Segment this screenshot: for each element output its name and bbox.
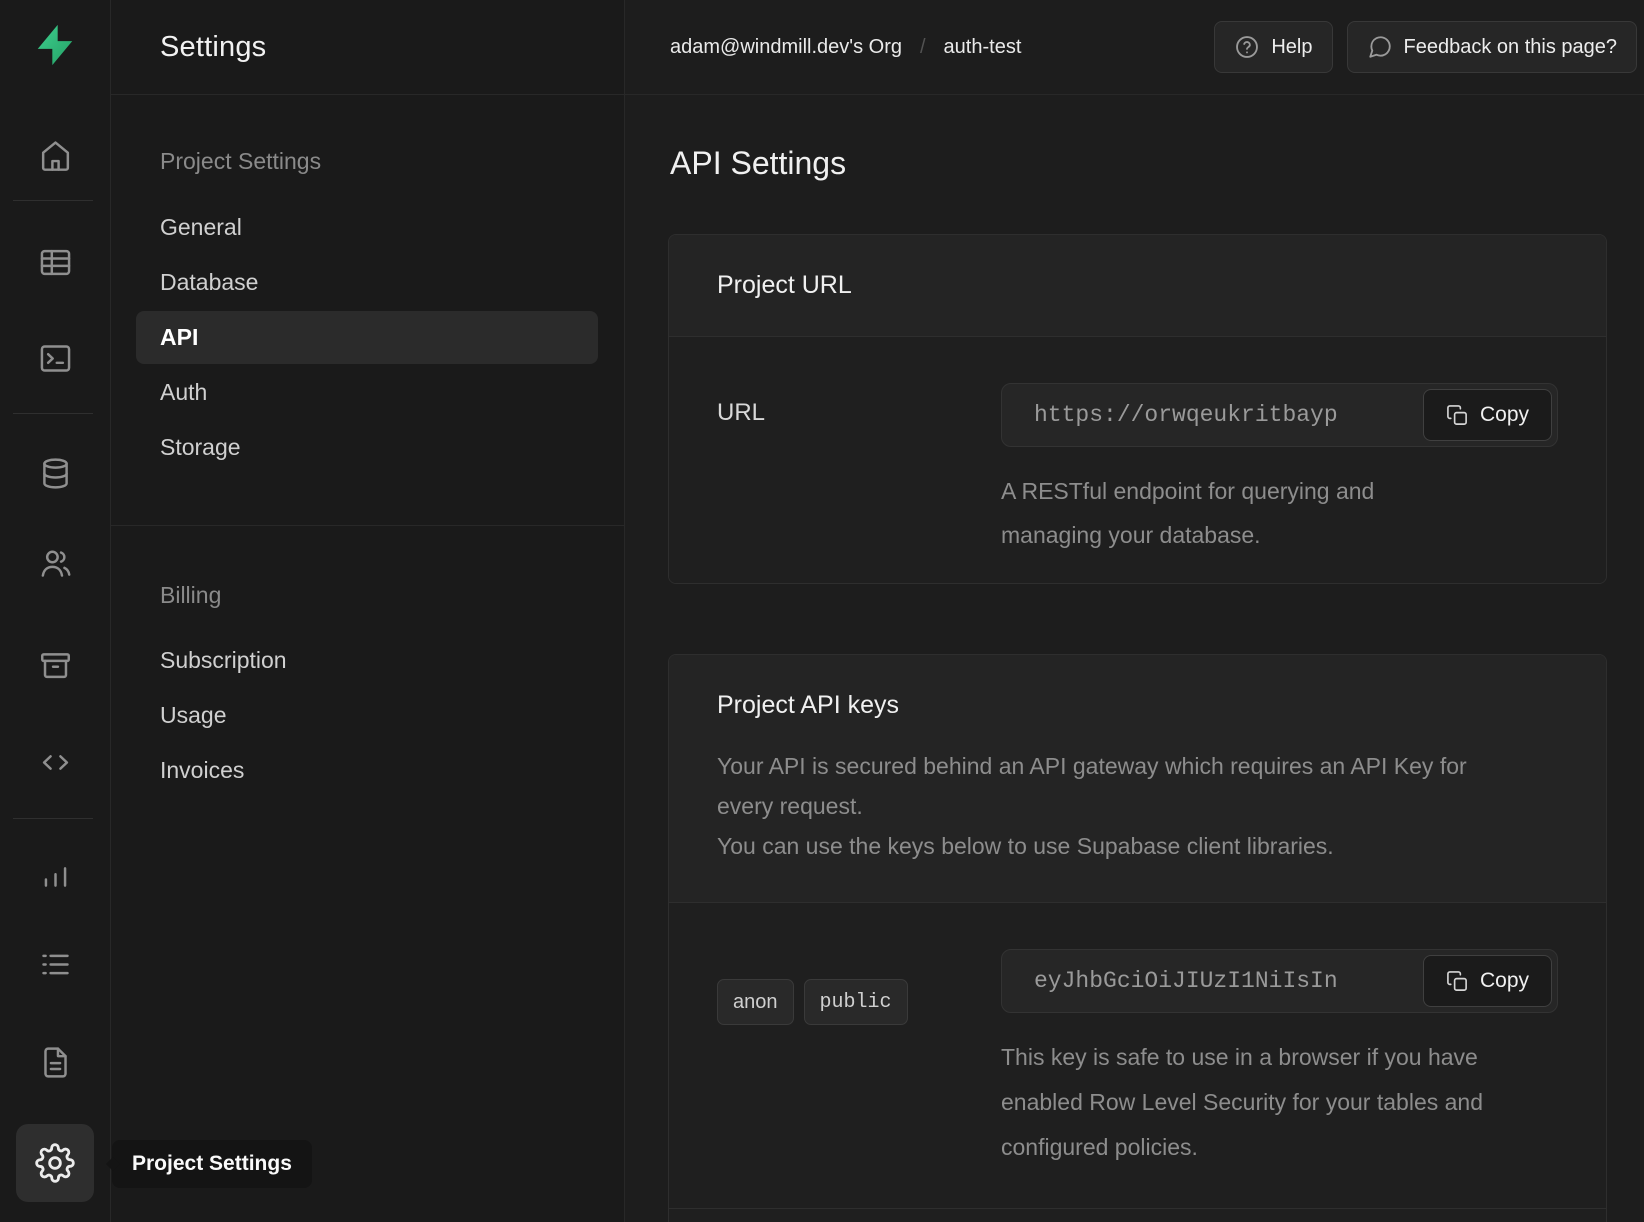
anon-key-description: This key is safe to use in a browser if … bbox=[1001, 1035, 1516, 1170]
settings-panel-title: Settings bbox=[160, 31, 266, 64]
settings-nav-header: Settings bbox=[110, 0, 624, 95]
project-api-keys-card: Project API keys Your API is secured beh… bbox=[668, 654, 1607, 1222]
nav-item-general[interactable]: General bbox=[136, 201, 598, 254]
home-icon[interactable] bbox=[27, 127, 83, 183]
url-value: https://orwqeukritbayp bbox=[1034, 402, 1338, 428]
anon-key-badges-col: anon public bbox=[717, 949, 1001, 1170]
project-settings-section-label: Project Settings bbox=[160, 148, 321, 175]
project-url-card-title: Project URL bbox=[717, 271, 1558, 300]
project-settings-items: General Database API Auth Storage bbox=[136, 201, 598, 476]
sql-editor-icon[interactable] bbox=[27, 330, 83, 386]
breadcrumb-separator: / bbox=[920, 36, 926, 59]
api-keys-card-title: Project API keys bbox=[717, 691, 1558, 720]
project-url-card-body: URL https://orwqeukritbayp Copy A RESTfu… bbox=[669, 337, 1606, 583]
project-settings-button[interactable] bbox=[16, 1124, 94, 1202]
project-url-card: Project URL URL https://orwqeukritbayp C… bbox=[668, 234, 1607, 584]
anon-key-input-wrap: eyJhbGciOiJIUzI1NiIsIn Copy bbox=[1001, 949, 1558, 1013]
main-area: adam@windmill.dev's Org / auth-test Help… bbox=[624, 0, 1644, 1222]
copy-icon bbox=[1446, 404, 1469, 427]
storage-icon[interactable] bbox=[27, 637, 83, 693]
copy-icon bbox=[1446, 970, 1469, 993]
project-settings-tooltip: Project Settings bbox=[112, 1140, 312, 1188]
url-label: URL bbox=[717, 383, 1001, 557]
project-url-card-header: Project URL bbox=[669, 235, 1606, 337]
anon-key-badges: anon public bbox=[717, 965, 1001, 1025]
breadcrumb-bar: adam@windmill.dev's Org / auth-test Help… bbox=[624, 0, 1644, 95]
logs-icon[interactable] bbox=[27, 936, 83, 992]
anon-key-row: anon public eyJhbGciOiJIUzI1NiIsIn Copy bbox=[669, 903, 1606, 1208]
anon-badge: anon bbox=[717, 979, 794, 1025]
url-description: A RESTful endpoint for querying and mana… bbox=[1001, 469, 1446, 557]
public-badge: public bbox=[804, 979, 908, 1025]
docs-icon[interactable] bbox=[27, 1034, 83, 1090]
nav-item-usage[interactable]: Usage bbox=[136, 689, 598, 742]
database-icon[interactable] bbox=[27, 445, 83, 501]
billing-section-label: Billing bbox=[160, 582, 221, 609]
anon-key-copy-button[interactable]: Copy bbox=[1423, 955, 1552, 1007]
rail-divider bbox=[13, 818, 93, 819]
nav-item-storage[interactable]: Storage bbox=[136, 421, 598, 474]
table-editor-icon[interactable] bbox=[27, 234, 83, 290]
feedback-button-label: Feedback on this page? bbox=[1404, 36, 1618, 59]
api-keys-card-header: Project API keys Your API is secured beh… bbox=[669, 655, 1606, 903]
reports-icon[interactable] bbox=[27, 847, 83, 903]
nav-item-invoices[interactable]: Invoices bbox=[136, 744, 598, 797]
rail-divider bbox=[13, 200, 93, 201]
anon-key-value: eyJhbGciOiJIUzI1NiIsIn bbox=[1034, 968, 1338, 994]
api-keys-intro-line2: You can use the keys below to use Supaba… bbox=[717, 826, 1507, 866]
anon-key-copy-label: Copy bbox=[1480, 969, 1529, 993]
supabase-dashboard: Project Settings Settings Project Settin… bbox=[0, 0, 1644, 1222]
supabase-logo[interactable] bbox=[32, 22, 78, 73]
next-key-row-cutoff bbox=[669, 1209, 1606, 1222]
nav-section-divider bbox=[110, 525, 624, 526]
url-input-wrap: https://orwqeukritbayp Copy bbox=[1001, 383, 1558, 447]
breadcrumb-project[interactable]: auth-test bbox=[944, 36, 1022, 59]
url-field-col: https://orwqeukritbayp Copy A RESTful en… bbox=[1001, 383, 1558, 557]
breadcrumb-org[interactable]: adam@windmill.dev's Org bbox=[670, 36, 902, 59]
feedback-button[interactable]: Feedback on this page? bbox=[1347, 21, 1638, 73]
chat-bubble-icon bbox=[1367, 34, 1393, 60]
rail-divider bbox=[13, 413, 93, 414]
help-button[interactable]: Help bbox=[1214, 21, 1332, 73]
authentication-icon[interactable] bbox=[27, 535, 83, 591]
edge-functions-icon[interactable] bbox=[27, 734, 83, 790]
nav-item-subscription[interactable]: Subscription bbox=[136, 634, 598, 687]
url-copy-label: Copy bbox=[1480, 403, 1529, 427]
nav-item-database[interactable]: Database bbox=[136, 256, 598, 309]
icon-rail bbox=[0, 0, 111, 1222]
api-keys-card-intro: Your API is secured behind an API gatewa… bbox=[717, 746, 1507, 866]
page-title: API Settings bbox=[670, 145, 1644, 182]
url-copy-button[interactable]: Copy bbox=[1423, 389, 1552, 441]
nav-item-api[interactable]: API bbox=[136, 311, 598, 364]
billing-items: Subscription Usage Invoices bbox=[136, 634, 598, 799]
nav-item-auth[interactable]: Auth bbox=[136, 366, 598, 419]
anon-key-field-col: eyJhbGciOiJIUzI1NiIsIn Copy This key is … bbox=[1001, 949, 1558, 1170]
help-circle-icon bbox=[1234, 34, 1260, 60]
url-row: URL https://orwqeukritbayp Copy A RESTfu… bbox=[669, 337, 1606, 583]
help-button-label: Help bbox=[1271, 36, 1312, 59]
api-keys-card-body: anon public eyJhbGciOiJIUzI1NiIsIn Copy bbox=[669, 903, 1606, 1222]
gear-icon bbox=[35, 1143, 75, 1183]
settings-nav-panel: Settings Project Settings General Databa… bbox=[110, 0, 625, 1222]
api-keys-intro-line1: Your API is secured behind an API gatewa… bbox=[717, 746, 1507, 826]
